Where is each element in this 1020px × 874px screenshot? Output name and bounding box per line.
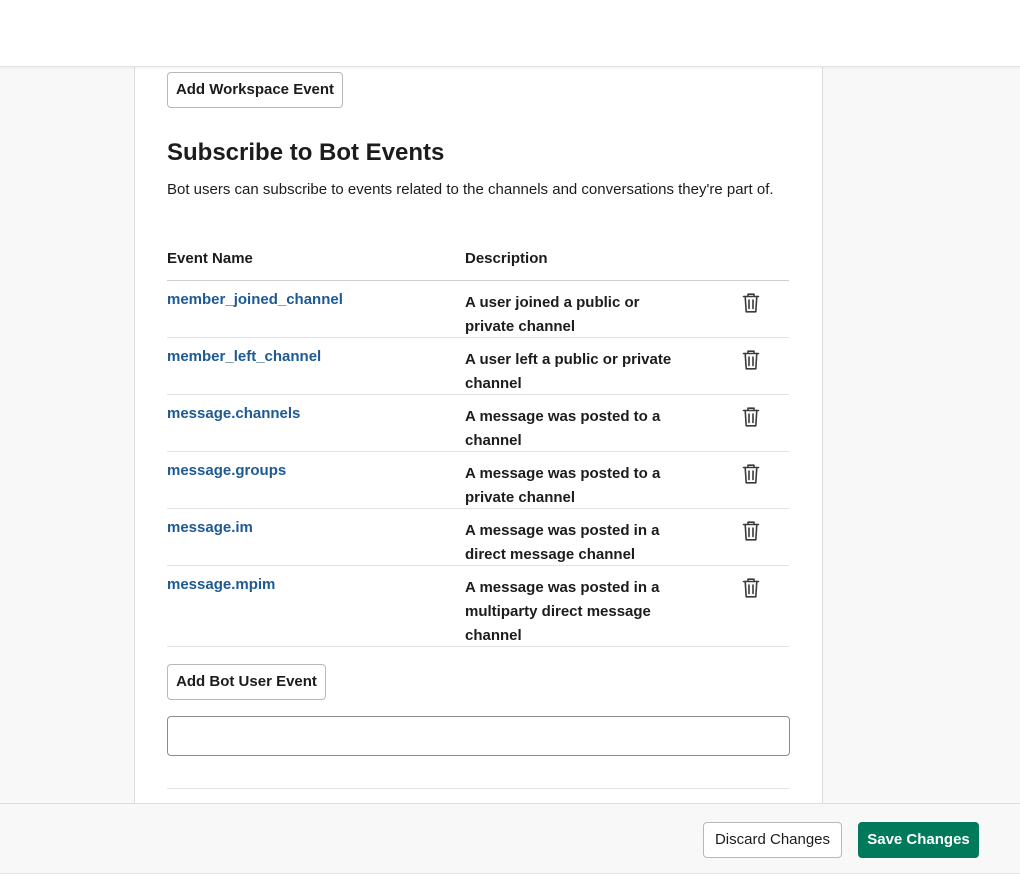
section-title: Subscribe to Bot Events (167, 139, 445, 166)
add-bot-user-event-button[interactable]: Add Bot User Event (167, 664, 326, 700)
trash-icon[interactable] (741, 349, 761, 371)
event-name-link[interactable]: message.groups (167, 462, 286, 479)
table-row: message.channels A message was posted to … (167, 395, 789, 452)
table-row: message.mpim A message was posted in a mu… (167, 566, 789, 647)
event-description: A user left a public or private channel (465, 351, 672, 392)
event-description: A user joined a public or private channe… (465, 294, 640, 335)
column-header-description: Description (465, 250, 548, 267)
save-changes-button[interactable]: Save Changes (858, 822, 979, 858)
event-description: A message was posted in a multiparty dir… (465, 579, 660, 644)
table-header: Event Name Description (167, 246, 789, 281)
event-name-link[interactable]: message.mpim (167, 576, 275, 593)
table-row: member_joined_channel A user joined a pub… (167, 281, 789, 338)
trash-icon[interactable] (741, 292, 761, 314)
table-row: message.im A message was posted in a dire… (167, 509, 789, 566)
event-search-input[interactable] (167, 716, 790, 756)
event-description: A message was posted to a channel (465, 408, 661, 449)
footer-bar: Discard Changes Save Changes (0, 803, 1020, 874)
section-description: Bot users can subscribe to events relate… (167, 181, 774, 198)
trash-icon[interactable] (741, 520, 761, 542)
column-header-event-name: Event Name (167, 250, 253, 267)
top-bar (0, 0, 1020, 67)
add-workspace-event-button[interactable]: Add Workspace Event (167, 72, 343, 108)
table-row: message.groups A message was posted to a … (167, 452, 789, 509)
event-name-link[interactable]: member_joined_channel (167, 291, 343, 308)
event-name-link[interactable]: message.im (167, 519, 253, 536)
event-description: A message was posted in a direct message… (465, 522, 660, 563)
table-row: member_left_channel A user left a public … (167, 338, 789, 395)
divider (167, 788, 789, 789)
table-body: member_joined_channel A user joined a pub… (167, 281, 789, 647)
event-description: A message was posted to a private channe… (465, 465, 661, 506)
discard-changes-button[interactable]: Discard Changes (703, 822, 842, 858)
trash-icon[interactable] (741, 406, 761, 428)
event-name-link[interactable]: message.channels (167, 405, 300, 422)
event-name-link[interactable]: member_left_channel (167, 348, 321, 365)
trash-icon[interactable] (741, 463, 761, 485)
trash-icon[interactable] (741, 577, 761, 599)
bot-events-table: Event Name Description member_joined_cha… (167, 246, 789, 647)
